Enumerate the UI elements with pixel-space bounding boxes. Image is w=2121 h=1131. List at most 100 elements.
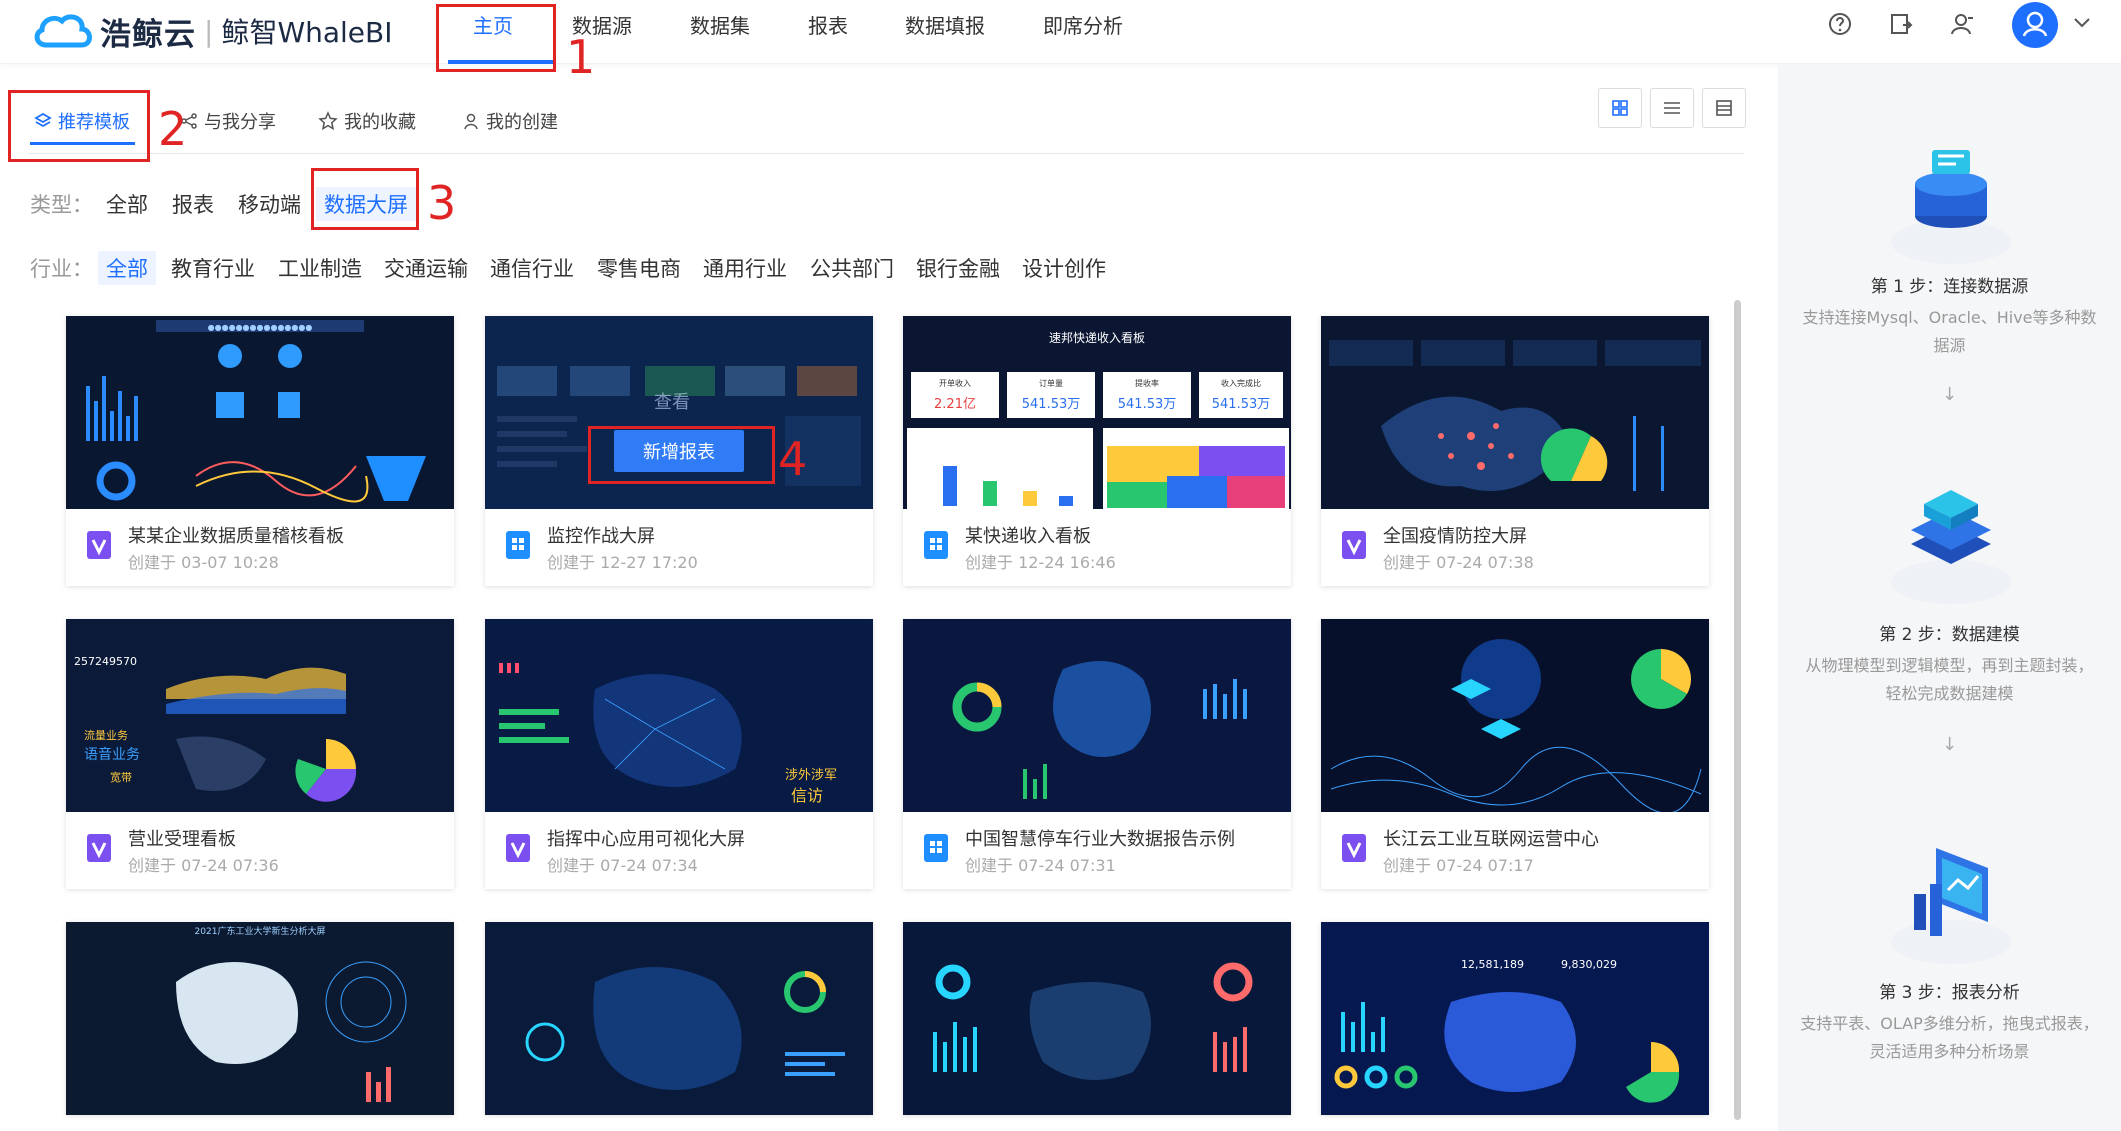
step-2-desc: 从物理模型到逻辑模型，再到主题封装，轻松完成数据建模 bbox=[1805, 656, 2094, 703]
template-thumbnail[interactable]: ●●●●●●●●●●●●●●● bbox=[66, 316, 454, 509]
tab-my-created-label: 我的创建 bbox=[486, 112, 558, 133]
template-card[interactable]: 中国智慧停车行业大数据报告示例 创建于 07-24 07:31 bbox=[903, 619, 1291, 889]
template-thumbnail[interactable]: 速邦快递收入看板 开单收入 2.21亿 订单量 541.53万 提收率 541.53万 收入完… bbox=[903, 316, 1291, 509]
product-name: 鲸智WhaleBI bbox=[221, 16, 393, 49]
dashboard-preview-image bbox=[903, 619, 1291, 812]
logo[interactable]: 浩鲸云 | 鲸智WhaleBI bbox=[32, 8, 393, 54]
type-mobile[interactable]: 移动端 bbox=[238, 189, 301, 219]
nav-report[interactable]: 报表 bbox=[808, 10, 848, 39]
type-filter-label: 类型： bbox=[30, 193, 93, 217]
table-icon bbox=[1716, 100, 1732, 116]
tab-my-created[interactable]: 我的创建 bbox=[462, 108, 558, 134]
industry-all[interactable]: 全部 bbox=[98, 251, 156, 285]
dashboard-icon bbox=[87, 834, 111, 862]
top-header: 浩鲸云 | 鲸智WhaleBI 主页 数据源 数据集 报表 数据填报 即席分析 bbox=[0, 0, 2121, 64]
card-date: 创建于 07-24 07:31 bbox=[965, 856, 1116, 875]
template-card[interactable]: 全国疫情防控大屏 创建于 07-24 07:38 bbox=[1321, 316, 1709, 586]
template-card[interactable] bbox=[485, 922, 873, 1115]
card-date: 创建于 12-27 17:20 bbox=[547, 553, 698, 572]
grid-view-button[interactable] bbox=[1598, 88, 1642, 128]
avatar-icon[interactable] bbox=[2012, 2, 2058, 48]
svg-text:语音业务: 语音业务 bbox=[84, 746, 140, 763]
industry-telecom[interactable]: 通信行业 bbox=[490, 253, 574, 283]
dashboard-preview-image bbox=[1321, 316, 1709, 509]
template-thumbnail[interactable]: 2021广东工业大学新生分析大屏 bbox=[66, 922, 454, 1115]
dashboard-preview-image: ●●●●●●●●●●●●●●● bbox=[66, 316, 454, 509]
card-date: 创建于 07-24 07:38 bbox=[1383, 553, 1534, 572]
template-thumbnail[interactable] bbox=[1321, 316, 1709, 509]
template-thumbnail[interactable] bbox=[903, 619, 1291, 812]
industry-banking[interactable]: 银行金融 bbox=[916, 253, 1000, 283]
template-thumbnail[interactable]: 257249570 流量业务 语音业务 宽带 bbox=[66, 619, 454, 812]
dashboard-icon bbox=[87, 531, 111, 559]
industry-general[interactable]: 通用行业 bbox=[703, 253, 787, 283]
chevron-down-icon[interactable] bbox=[2073, 16, 2091, 30]
template-card[interactable]: 长江云工业互联网运营中心 创建于 07-24 07:17 bbox=[1321, 619, 1709, 889]
thumb-title: 速邦快递收入看板 bbox=[1049, 331, 1145, 345]
industry-education[interactable]: 教育行业 bbox=[171, 253, 255, 283]
kpi-value: 541.53万 bbox=[1022, 397, 1081, 412]
list-view-button[interactable] bbox=[1650, 88, 1694, 128]
dashboard-preview-image bbox=[485, 922, 873, 1115]
template-card[interactable]: 涉外涉军 信访 指挥中心应用可视化大屏 创建于 07-24 07:34 bbox=[485, 619, 873, 889]
user-icon[interactable] bbox=[1948, 10, 1976, 38]
export-icon[interactable] bbox=[1887, 10, 1915, 38]
industry-design[interactable]: 设计创作 bbox=[1022, 253, 1106, 283]
kpi-value: 2.21亿 bbox=[934, 397, 976, 412]
template-card[interactable]: 速邦快递收入看板 开单收入 2.21亿 订单量 541.53万 提收率 541.53万 收入完… bbox=[903, 316, 1291, 586]
dashboard-preview-image: 速邦快递收入看板开单收入 2.21亿 订单量 541.53万 提收率 541.53万 收入完… bbox=[903, 316, 1291, 509]
annotation-label-1: 1 bbox=[566, 30, 596, 84]
dashboard-preview-image: 2021广东工业大学新生分析大屏 bbox=[66, 922, 454, 1115]
table-view-button[interactable] bbox=[1702, 88, 1746, 128]
steps-sidebar: 第 1 步：连接数据源 支持连接Mysql、Oracle、Hive等多种数据源 … bbox=[1778, 64, 2121, 1131]
card-date: 创建于 12-24 16:46 bbox=[965, 553, 1116, 572]
template-card[interactable]: 12,581,189 9,830,029 bbox=[1321, 922, 1709, 1115]
kpi-label: 提收率 bbox=[1135, 378, 1159, 388]
scrollbar[interactable] bbox=[1734, 300, 1741, 1120]
kpi-value: 541.53万 bbox=[1118, 397, 1177, 412]
template-thumbnail[interactable] bbox=[485, 922, 873, 1115]
industry-public-sector[interactable]: 公共部门 bbox=[810, 253, 894, 283]
annotation-box-3 bbox=[311, 168, 419, 230]
step-2-title: 第 2 步：数据建模 bbox=[1879, 625, 2020, 645]
help-icon[interactable] bbox=[1826, 10, 1854, 38]
card-title: 指挥中心应用可视化大屏 bbox=[547, 829, 745, 850]
tab-favorites[interactable]: 我的收藏 bbox=[318, 108, 416, 134]
svg-text:12,581,189: 12,581,189 bbox=[1461, 958, 1524, 971]
template-thumbnail[interactable] bbox=[903, 922, 1291, 1115]
template-thumbnail[interactable]: 涉外涉军 信访 bbox=[485, 619, 873, 812]
tab-shared-label: 与我分享 bbox=[204, 112, 276, 133]
tab-shared-with-me[interactable]: 与我分享 bbox=[180, 108, 276, 134]
report-analysis-icon bbox=[1891, 848, 2011, 964]
data-model-icon bbox=[1891, 490, 2011, 604]
nav-adhoc-analysis[interactable]: 即席分析 bbox=[1043, 10, 1123, 39]
card-title: 某某企业数据质量稽核看板 bbox=[128, 526, 344, 547]
template-card[interactable]: 2021广东工业大学新生分析大屏 bbox=[66, 922, 454, 1115]
industry-retail[interactable]: 零售电商 bbox=[597, 253, 681, 283]
dashboard-preview-image: 12,581,189 9,830,029 bbox=[1321, 922, 1709, 1115]
list-icon bbox=[1664, 102, 1680, 114]
card-title: 监控作战大屏 bbox=[547, 526, 655, 547]
template-card[interactable]: ●●●●●●●●●●●●●●● 某某企业数据质量稽核看板 创建于 03-07 10:… bbox=[66, 316, 454, 586]
annotation-box-1 bbox=[436, 4, 556, 72]
industry-manufacturing[interactable]: 工业制造 bbox=[278, 253, 362, 283]
kpi-label: 订单量 bbox=[1039, 378, 1063, 388]
type-all[interactable]: 全部 bbox=[106, 189, 148, 219]
cloud-logo-icon bbox=[34, 14, 92, 48]
tab-favorites-label: 我的收藏 bbox=[344, 112, 416, 133]
nav-dataset[interactable]: 数据集 bbox=[690, 10, 750, 39]
svg-text:9,830,029: 9,830,029 bbox=[1561, 958, 1617, 971]
step-3-desc: 支持平表、OLAP多维分析，拖曳式报表，灵活适用多种分析场景 bbox=[1800, 1014, 2099, 1061]
template-card[interactable]: 257249570 流量业务 语音业务 宽带 营业受理看板 创建于 07-24 07:36 bbox=[66, 619, 454, 889]
nav-data-fill[interactable]: 数据填报 bbox=[905, 10, 985, 39]
template-card[interactable] bbox=[903, 922, 1291, 1115]
database-icon bbox=[1891, 150, 2011, 264]
industry-transport[interactable]: 交通运输 bbox=[384, 253, 468, 283]
type-report[interactable]: 报表 bbox=[172, 189, 214, 219]
industry-filter-label: 行业： bbox=[30, 257, 93, 281]
step-arrow-icon: ↓ bbox=[1941, 384, 1958, 405]
card-date: 创建于 03-07 10:28 bbox=[128, 553, 279, 572]
template-thumbnail[interactable]: 12,581,189 9,830,029 bbox=[1321, 922, 1709, 1115]
template-thumbnail[interactable] bbox=[1321, 619, 1709, 812]
tabs-divider bbox=[28, 153, 1744, 154]
